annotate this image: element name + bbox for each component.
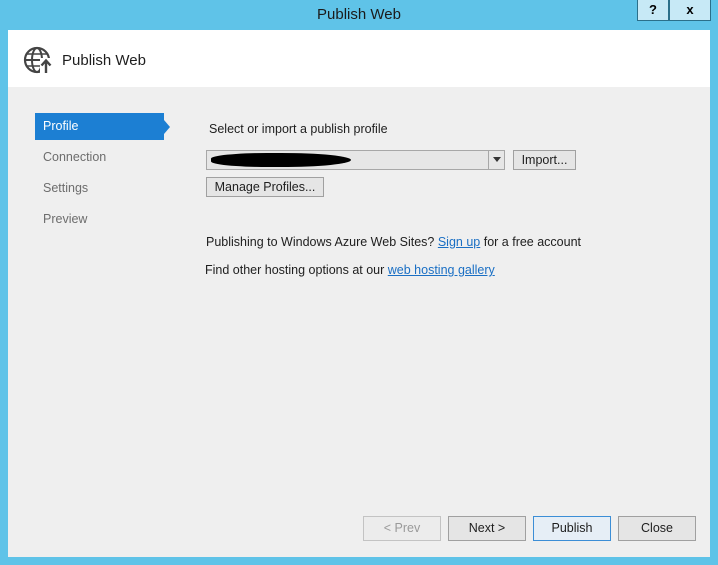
select-profile-label: Select or import a publish profile — [209, 122, 388, 136]
wizard-nav: Profile Connection Settings Preview — [35, 113, 185, 237]
prev-button: < Prev — [363, 516, 441, 541]
dialog-client: Publish Web Profile Connection Settings … — [8, 30, 710, 557]
nav-item-profile[interactable]: Profile — [35, 113, 170, 140]
nav-item-preview[interactable]: Preview — [35, 206, 164, 233]
chevron-down-icon[interactable] — [488, 151, 504, 169]
sign-up-link[interactable]: Sign up — [438, 235, 480, 249]
azure-signup-text: Publishing to Windows Azure Web Sites? S… — [206, 235, 581, 249]
close-button[interactable]: Close — [618, 516, 696, 541]
help-button[interactable]: ? — [637, 0, 669, 21]
window-close-button[interactable]: x — [669, 0, 711, 21]
azure-text-after: for a free account — [483, 235, 582, 249]
dialog-header: Publish Web — [8, 30, 710, 87]
azure-text-before: Publishing to Windows Azure Web Sites? — [206, 235, 435, 249]
redacted-profile-name — [211, 153, 351, 167]
title-bar: Publish Web ? x — [0, 0, 718, 30]
publish-button[interactable]: Publish — [533, 516, 611, 541]
hosting-gallery-text: Find other hosting options at our web ho… — [205, 263, 495, 277]
header-title: Publish Web — [62, 52, 146, 69]
nav-item-settings[interactable]: Settings — [35, 175, 164, 202]
profile-dropdown[interactable] — [206, 150, 505, 170]
next-button[interactable]: Next > — [448, 516, 526, 541]
window-title: Publish Web — [317, 6, 401, 23]
web-hosting-gallery-link[interactable]: web hosting gallery — [388, 263, 495, 277]
manage-profiles-button[interactable]: Manage Profiles... — [206, 177, 324, 197]
import-button[interactable]: Import... — [513, 150, 576, 170]
hosting-text-before: Find other hosting options at our — [205, 263, 385, 277]
nav-item-connection[interactable]: Connection — [35, 144, 164, 171]
globe-publish-icon — [23, 46, 53, 74]
